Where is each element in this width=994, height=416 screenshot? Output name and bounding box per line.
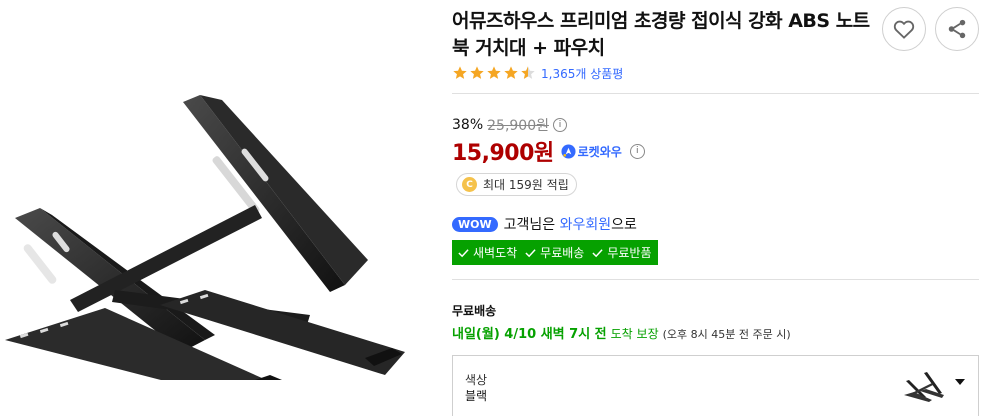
benefit-label: 무료반품 (607, 246, 652, 260)
rocket-wow-label: 로켓와우 (577, 144, 622, 159)
star-icon (470, 66, 484, 79)
check-icon (458, 248, 469, 257)
product-info-panel: 어뮤즈하우스 프리미엄 초경량 접이식 강화 ABS 노트북 거치대 + 파우치 (452, 0, 982, 416)
arrival-note: (오후 8시 45분 전 주문 시) (662, 328, 791, 341)
coin-icon: C (462, 177, 477, 192)
info-icon[interactable]: i (553, 118, 567, 132)
arrival-guarantee: 도착 보장 (610, 327, 659, 341)
star-rating (452, 65, 536, 81)
benefit-free-shipping: 무료배송 (525, 244, 584, 261)
share-button[interactable] (935, 7, 979, 51)
wow-suffix: 으로 (611, 217, 637, 233)
original-price: 25,900원 (487, 118, 549, 134)
rocket-icon (561, 143, 576, 159)
info-icon[interactable]: i (629, 143, 645, 159)
arrival-row: 내일(월) 4/10 새벽 7시 전 도착 보장 (오후 8시 45분 전 주문… (452, 323, 791, 342)
star-icon (487, 66, 501, 79)
point-text: 최대 159원 적립 (483, 178, 569, 192)
product-title: 어뮤즈하우스 프리미엄 초경량 접이식 강화 ABS 노트북 거치대 + 파우치 (452, 10, 870, 59)
half-star-icon (521, 66, 535, 79)
review-count-link[interactable]: 1,365개 상품평 (541, 65, 623, 82)
wow-member-link[interactable]: 와우회원 (560, 214, 612, 234)
heart-icon (893, 20, 915, 39)
benefit-dawn-delivery: 새벽도착 (458, 244, 517, 261)
color-option-select[interactable]: 색상 블랙 (452, 355, 979, 416)
share-icon (948, 19, 966, 39)
benefit-bar: 새벽도착 무료배송 무료반품 (452, 240, 658, 265)
caret-down-icon (955, 379, 965, 385)
divider (452, 279, 979, 280)
benefit-label: 새벽도착 (473, 246, 518, 260)
wow-member-row: WOW 고객님은 와우회원 으로 (452, 214, 637, 234)
wishlist-button[interactable] (882, 7, 926, 51)
sale-price: 15,900원 (452, 141, 554, 166)
star-icon (453, 66, 467, 79)
check-icon (525, 248, 536, 257)
rocket-wow-badge: 로켓와우 (561, 143, 622, 160)
rating-row: 1,365개 상품평 (452, 64, 623, 82)
wow-badge: WOW (452, 216, 498, 232)
divider (452, 93, 979, 94)
wow-prefix: 고객님은 (503, 217, 560, 233)
arrival-date: 내일(월) 4/10 새벽 7시 전 (452, 327, 607, 342)
original-price-row: 38% 25,900원 i (452, 115, 567, 135)
sale-price-row: 15,900원 로켓와우 i (452, 135, 645, 167)
star-icon (504, 66, 518, 79)
benefit-free-return: 무료반품 (592, 244, 652, 261)
option-value: 블랙 (465, 389, 488, 403)
check-icon (592, 248, 603, 257)
point-chip: C 최대 159원 적립 (456, 173, 577, 196)
option-label: 색상 (465, 373, 488, 387)
option-thumbnail (904, 372, 944, 402)
discount-rate: 38% (452, 117, 484, 133)
product-image (5, 95, 405, 380)
benefit-label: 무료배송 (540, 246, 585, 260)
shipping-label: 무료배송 (452, 304, 497, 318)
